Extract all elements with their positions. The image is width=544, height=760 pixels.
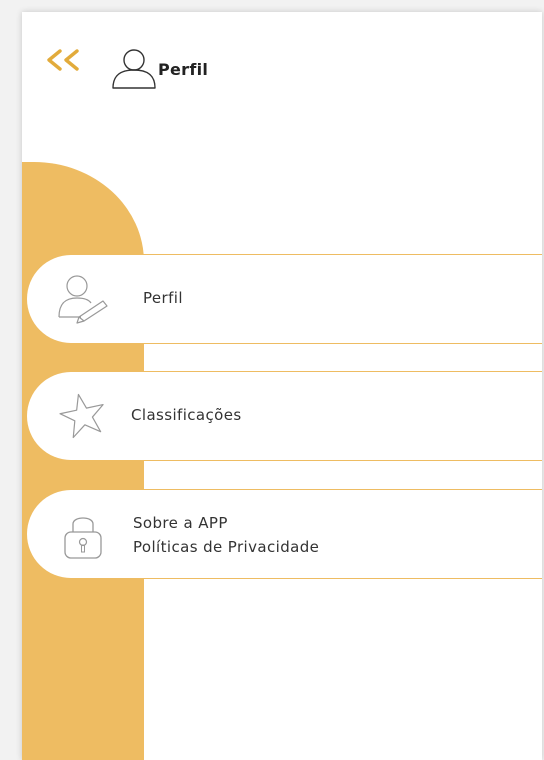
app-screen: Perfil Perfil Classificações Sobre a APP… (22, 12, 542, 760)
star-outline-icon (55, 388, 111, 444)
sidebar-strip (22, 162, 144, 760)
user-edit-icon (55, 271, 111, 327)
double-chevron-left-icon (47, 49, 79, 71)
menu-item-label: Perfil (143, 289, 183, 307)
header: Perfil (22, 12, 542, 122)
back-button[interactable] (44, 46, 84, 76)
page-title: Perfil (158, 60, 209, 79)
menu-item-label: Classificações (131, 406, 242, 424)
menu-item-sobre[interactable]: Sobre a APP Políticas de Privacidade (26, 489, 542, 579)
menu-item-classificacoes[interactable]: Classificações (26, 371, 542, 461)
lock-icon (59, 508, 107, 564)
menu-item-perfil[interactable]: Perfil (26, 254, 542, 344)
menu-item-label-sobre: Sobre a APP (133, 514, 228, 532)
user-outline-icon (110, 44, 158, 96)
menu-item-label-privacidade[interactable]: Políticas de Privacidade (133, 538, 319, 556)
